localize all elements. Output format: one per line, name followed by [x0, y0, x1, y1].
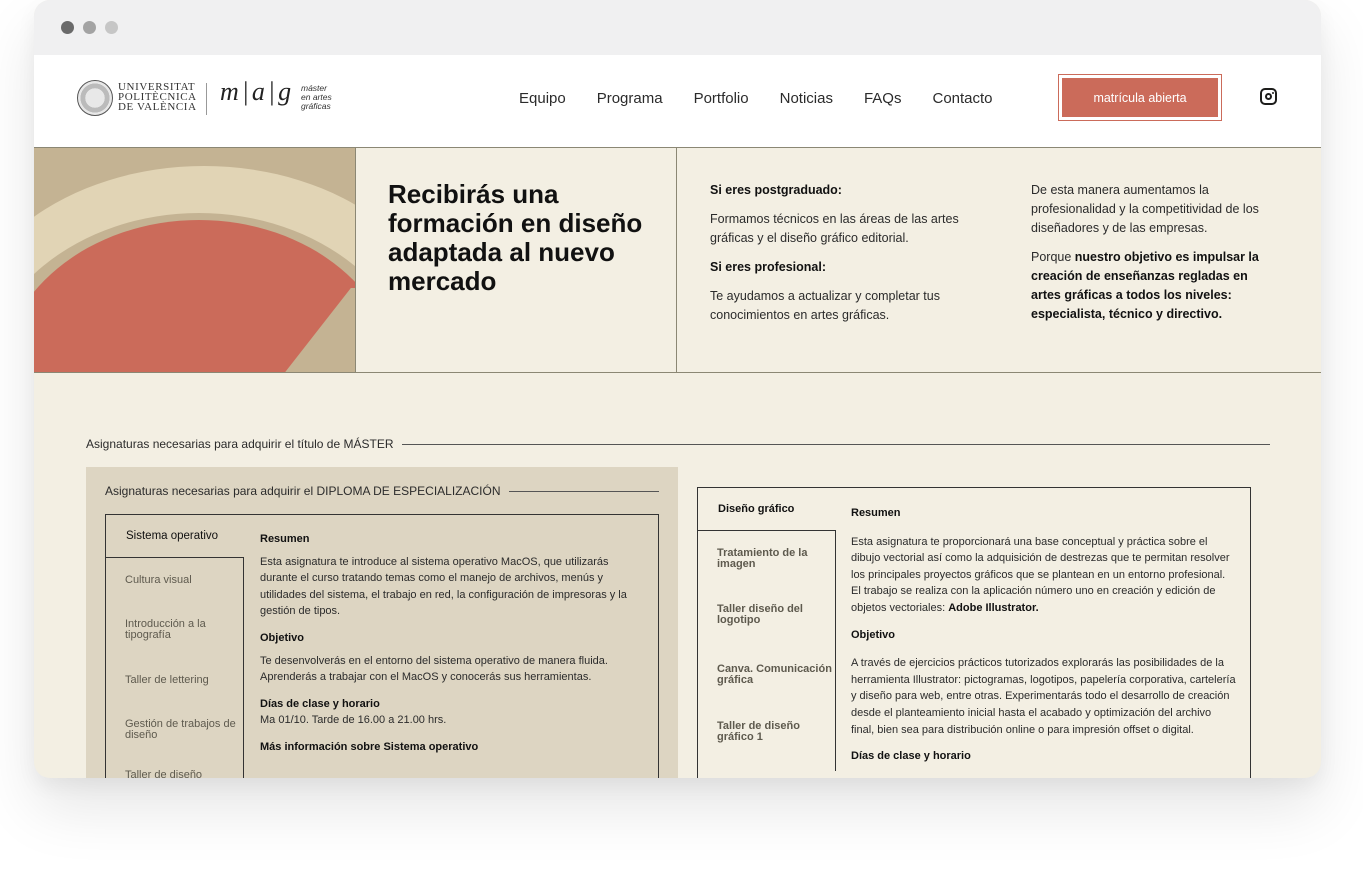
professional-text: Te ayudamos a actualizar y completar tus…: [710, 289, 940, 322]
hero-section: Recibirás una formación en diseño adapta…: [34, 148, 1321, 373]
browser-window: UNIVERSITAT POLITÈCNICA DE VALÈNCIA m|a|…: [34, 0, 1321, 778]
nav-equipo[interactable]: Equipo: [519, 90, 566, 107]
diploma-panel: Asignaturas necesarias para adquirir el …: [86, 467, 678, 778]
instagram-icon[interactable]: [1260, 88, 1277, 105]
dias-heading: Días de clase y horario: [851, 750, 971, 763]
master-section-heading: Asignaturas necesarias para adquirir el …: [86, 437, 1270, 451]
mas-info-link[interactable]: Más información sobre Sistema operativo: [260, 739, 635, 756]
window-close-dot[interactable]: [61, 21, 74, 34]
upv-seal-logo[interactable]: [77, 80, 113, 116]
logo-divider: [206, 83, 207, 115]
tab-taller-diseno[interactable]: Taller de diseño: [105, 758, 244, 778]
professional-heading: Si eres profesional:: [710, 260, 827, 274]
nav-portfolio[interactable]: Portfolio: [694, 90, 749, 107]
window-chrome: [34, 0, 1321, 55]
nav-faqs[interactable]: FAQs: [864, 90, 902, 107]
master-tab-list: Diseño gráfico Tratamiento de la imagen …: [697, 487, 836, 771]
tab-taller-logotipo[interactable]: Taller diseño del logotipo: [697, 587, 836, 643]
objetivo-heading: Objetivo: [260, 631, 305, 644]
window-minimize-dot[interactable]: [83, 21, 96, 34]
tab-introduccion-tipografia[interactable]: Introducción a la tipografía: [105, 602, 244, 658]
mission-text-1: De esta manera aumentamos la profesional…: [1031, 183, 1259, 235]
tab-tratamiento-imagen[interactable]: Tratamiento de la imagen: [697, 531, 836, 587]
mag-logo[interactable]: m|a|g: [220, 77, 294, 107]
master-tab-content: Resumen Esta asignatura te proporcionará…: [851, 505, 1236, 771]
mission-text-2: Porque nuestro objetivo es impulsar la c…: [1031, 250, 1259, 321]
resumen-heading: Resumen: [851, 507, 901, 519]
tab-sistema-operativo[interactable]: Sistema operativo: [105, 514, 244, 558]
nav-programa[interactable]: Programa: [597, 90, 663, 107]
hero-illustration: [34, 148, 356, 372]
master-tabs: Diseño gráfico Tratamiento de la imagen …: [697, 487, 1251, 778]
mag-logo-subtitle: máster en artes gráficas: [301, 83, 332, 111]
main-nav: Equipo Programa Portfolio Noticias FAQs …: [519, 90, 993, 107]
objetivo-text: A través de ejercicios prácticos tutoriz…: [851, 657, 1236, 736]
postgrad-heading: Si eres postgraduado:: [710, 183, 842, 197]
objetivo-text: Te desenvolverás en el entorno del siste…: [260, 654, 608, 684]
hero-title-cell: Recibirás una formación en diseño adapta…: [356, 148, 677, 372]
resumen-text: Esta asignatura te proporcionará una bas…: [851, 535, 1230, 614]
divider-line: [402, 443, 1270, 445]
site-header: UNIVERSITAT POLITÈCNICA DE VALÈNCIA m|a|…: [34, 55, 1321, 148]
matricula-button[interactable]: matrícula abierta: [1058, 74, 1222, 121]
tab-canva[interactable]: Canva. Comunicación gráfica: [697, 643, 836, 707]
postgrad-text: Formamos técnicos en las áreas de las ar…: [710, 212, 959, 245]
diploma-tab-list: Sistema operativo Cultura visual Introdu…: [105, 514, 244, 778]
tab-cultura-visual[interactable]: Cultura visual: [105, 558, 244, 602]
diploma-heading: Asignaturas necesarias para adquirir el …: [105, 484, 659, 498]
hero-column-audiences: Si eres postgraduado: Formamos técnicos …: [710, 181, 980, 335]
tab-taller-lettering[interactable]: Taller de lettering: [105, 658, 244, 702]
resumen-text: Esta asignatura te introduce al sistema …: [260, 555, 627, 618]
dias-heading: Días de clase y horario: [260, 697, 380, 710]
nav-contacto[interactable]: Contacto: [932, 90, 992, 107]
dias-text: Ma 01/10. Tarde de 16.00 a 21.00 hrs.: [260, 714, 447, 727]
diploma-tabs: Sistema operativo Cultura visual Introdu…: [105, 514, 659, 778]
tab-gestion-trabajos[interactable]: Gestión de trabajos de diseño: [105, 702, 244, 758]
diploma-tab-content: Resumen Esta asignatura te introduce al …: [260, 531, 635, 762]
window-maximize-dot[interactable]: [105, 21, 118, 34]
hero-column-mission: De esta manera aumentamos la profesional…: [1031, 181, 1281, 334]
resumen-heading: Resumen: [260, 533, 310, 545]
hero-title: Recibirás una formación en diseño adapta…: [388, 179, 643, 296]
nav-noticias[interactable]: Noticias: [780, 90, 833, 107]
divider-line: [508, 490, 659, 492]
tab-taller-diseno-grafico-1[interactable]: Taller de diseño gráfico 1: [697, 707, 836, 771]
tab-diseno-grafico[interactable]: Diseño gráfico: [697, 487, 836, 531]
upv-logo-text[interactable]: UNIVERSITAT POLITÈCNICA DE VALÈNCIA: [118, 82, 197, 113]
objetivo-heading: Objetivo: [851, 628, 896, 641]
